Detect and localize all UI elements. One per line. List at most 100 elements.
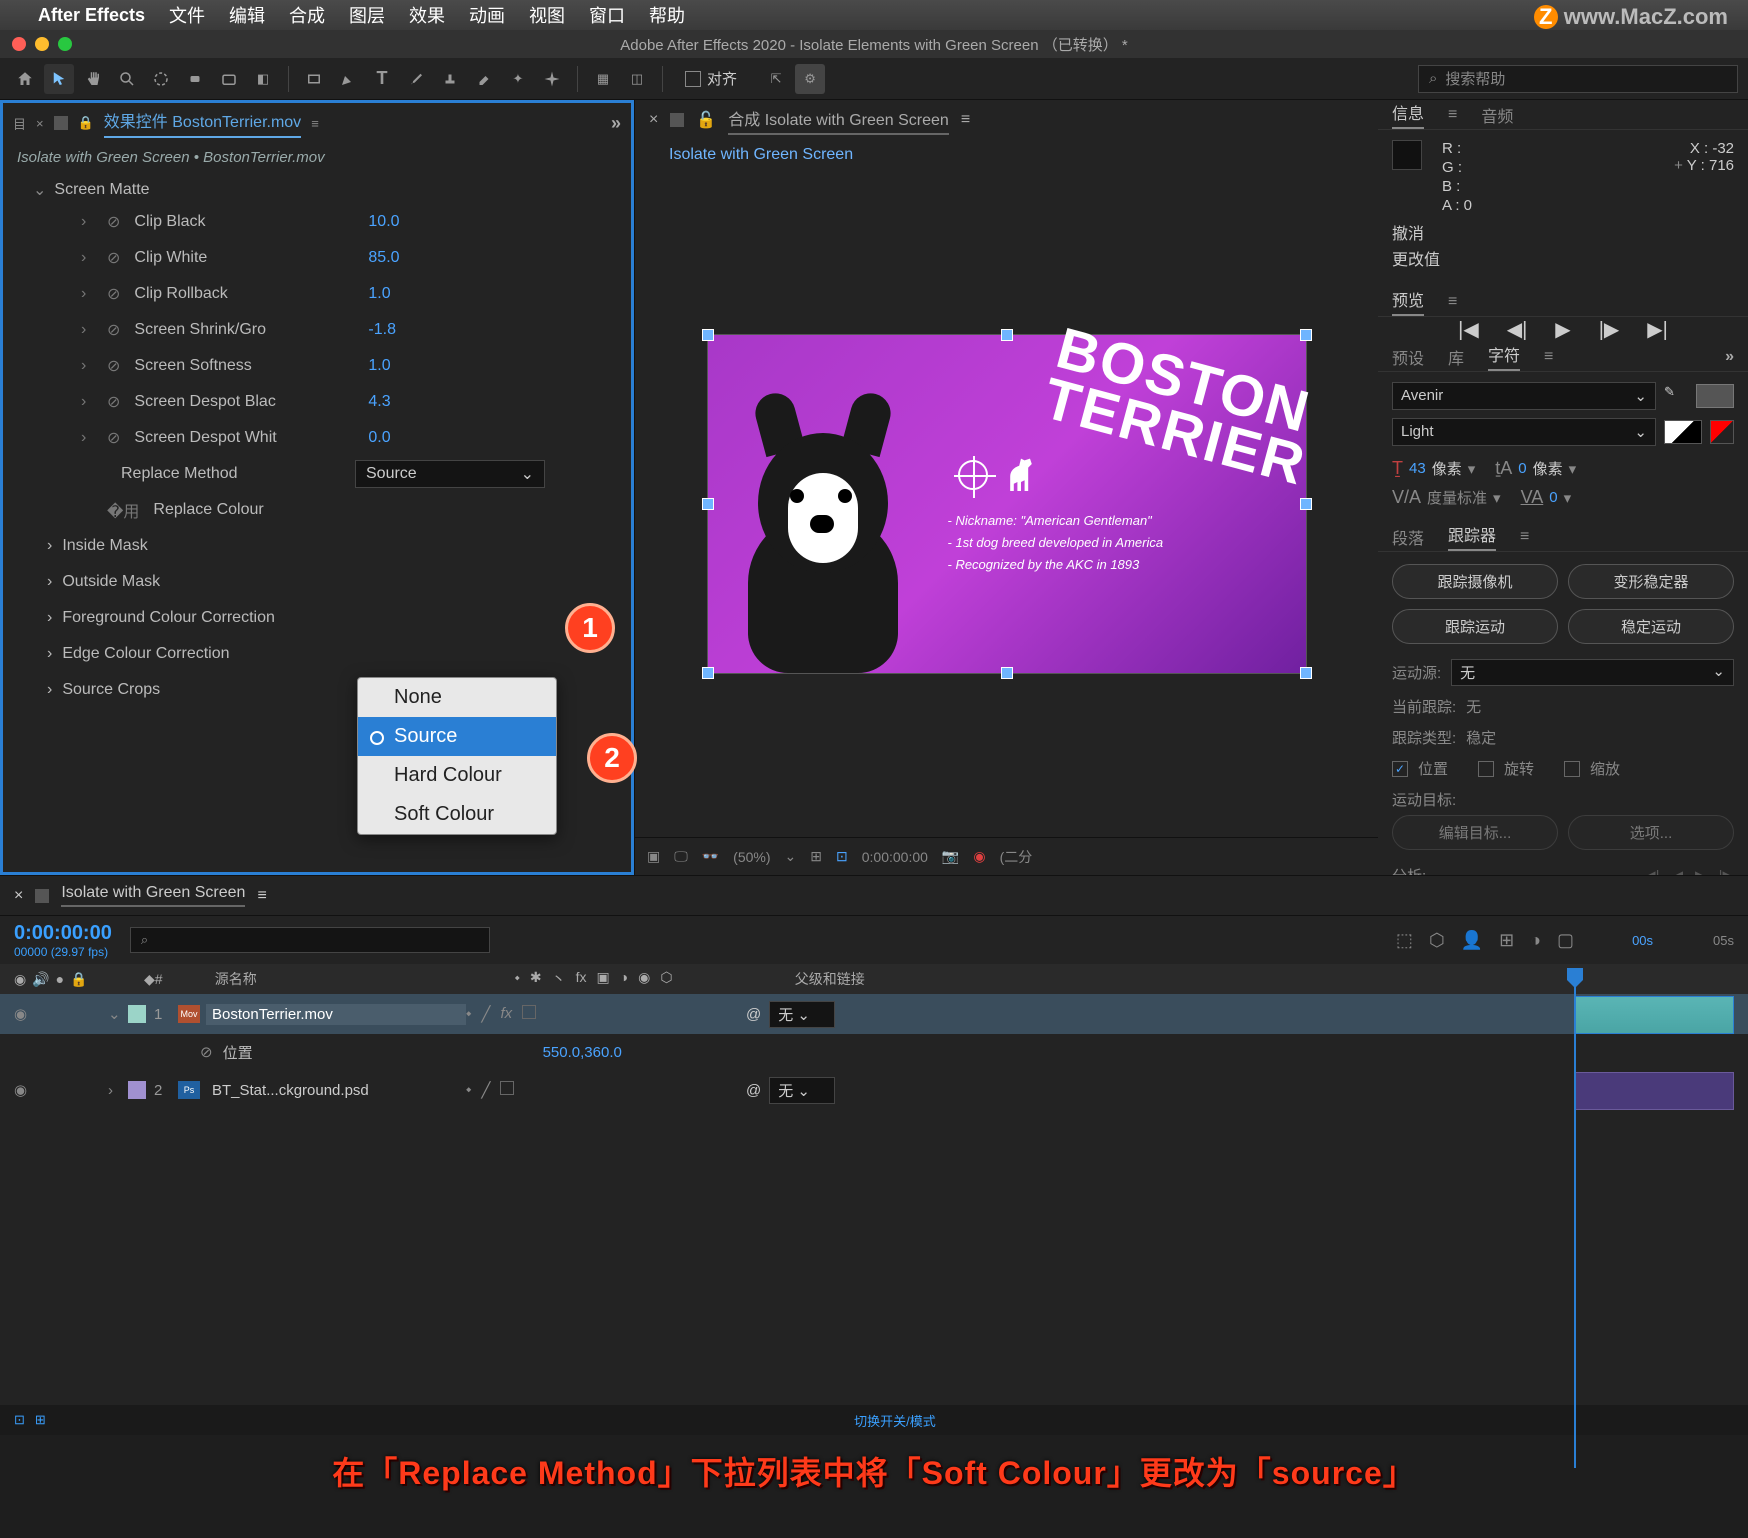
current-time-display[interactable]: 0:00:00:00 xyxy=(14,922,112,945)
menu-composition[interactable]: 合成 xyxy=(289,2,325,28)
zoom-tool[interactable] xyxy=(112,64,142,94)
label-color[interactable] xyxy=(128,1005,146,1023)
comp-lock-icon[interactable]: 🔓 xyxy=(696,110,716,130)
position-checkbox[interactable]: ✓ xyxy=(1392,761,1408,777)
search-help-input[interactable]: ⌕ 搜索帮助 xyxy=(1418,65,1738,93)
replace-colour-prop[interactable]: �用 Replace Colour xyxy=(3,492,631,528)
preview-tab[interactable]: 预览 xyxy=(1392,287,1424,316)
fill-color-swatch[interactable] xyxy=(1696,384,1734,408)
paragraph-tab[interactable]: 段落 xyxy=(1392,525,1424,549)
handle-tr[interactable] xyxy=(1300,329,1312,341)
track-area[interactable] xyxy=(1574,996,1734,1112)
graph-editor-icon[interactable]: ▢ xyxy=(1557,930,1574,951)
layer-row-1[interactable]: ◉⌄1MovBostonTerrier.mov⬩╱fx@无 ⌄ xyxy=(0,994,1748,1034)
eraser-tool[interactable] xyxy=(469,64,499,94)
motion-blur-icon[interactable]: ◑ xyxy=(1530,930,1541,951)
close-comp-tab-icon[interactable]: × xyxy=(649,111,658,129)
last-frame-button[interactable]: ▶| xyxy=(1647,317,1668,342)
option-source[interactable]: Source xyxy=(358,717,556,756)
replace-method-dropdown[interactable]: Source⌄ xyxy=(355,460,545,488)
toggle-switches-icon[interactable]: ⊡ xyxy=(14,1412,25,1428)
puppet-tool[interactable] xyxy=(537,64,567,94)
option-none[interactable]: None xyxy=(358,678,556,717)
label-header-icon[interactable]: ◆ xyxy=(144,971,155,988)
option-soft-colour[interactable]: Soft Colour xyxy=(358,795,556,834)
audio-tab[interactable]: 音频 xyxy=(1481,103,1513,127)
eye-header-icon[interactable]: ◉ xyxy=(14,971,26,988)
stabilize-motion-button[interactable]: 稳定运动 xyxy=(1568,609,1734,644)
tracker-tab[interactable]: 跟踪器 xyxy=(1448,522,1496,551)
first-frame-button[interactable]: |◀ xyxy=(1458,317,1479,342)
presets-tab[interactable]: 预设 xyxy=(1392,345,1424,369)
handle-tm[interactable] xyxy=(1001,329,1013,341)
selection-tool[interactable] xyxy=(44,64,74,94)
comp-tab-menu-icon[interactable]: ≡ xyxy=(961,111,970,129)
pan-behind-tool[interactable]: ◧ xyxy=(248,64,278,94)
layer-name[interactable]: BostonTerrier.mov xyxy=(206,1004,466,1025)
shy-icon[interactable]: 👤 xyxy=(1461,930,1483,951)
menu-layer[interactable]: 图层 xyxy=(349,2,385,28)
source-name-header[interactable]: 源名称 xyxy=(215,969,515,989)
menu-file[interactable]: 文件 xyxy=(169,2,205,28)
prop-screen-softness[interactable]: ›⊘Screen Softness1.0 xyxy=(3,348,631,384)
prop-screen-despot-whit[interactable]: ›⊘Screen Despot Whit0.0 xyxy=(3,420,631,456)
timeline-tab[interactable]: Isolate with Green Screen xyxy=(61,884,245,907)
screen-matte-group[interactable]: ⌄Screen Matte xyxy=(3,176,631,204)
next-frame-button[interactable]: |▶ xyxy=(1599,317,1620,342)
option-hard-colour[interactable]: Hard Colour xyxy=(358,756,556,795)
close-tab-icon[interactable]: × xyxy=(36,116,44,131)
frame-blend-icon[interactable]: ⊞ xyxy=(1499,930,1514,951)
char-overflow-icon[interactable]: » xyxy=(1725,348,1734,366)
resolution-label[interactable]: (二分 xyxy=(1000,847,1033,867)
prop-clip-white[interactable]: ›⊘Clip White85.0 xyxy=(3,240,631,276)
prev-frame-button[interactable]: ◀| xyxy=(1507,317,1528,342)
orbit-tool[interactable] xyxy=(146,64,176,94)
handle-ml[interactable] xyxy=(702,498,714,510)
scale-checkbox[interactable] xyxy=(1564,761,1580,777)
group-inside-mask[interactable]: ›Inside Mask xyxy=(3,528,631,564)
font-weight-select[interactable]: Light⌄ xyxy=(1392,418,1656,446)
group-foreground-colour-correction[interactable]: ›Foreground Colour Correction xyxy=(3,600,631,636)
snap-toggle[interactable]: 对齐 xyxy=(685,68,737,89)
handle-mr[interactable] xyxy=(1300,498,1312,510)
workspace-switcher-icon[interactable]: ⚙ xyxy=(795,64,825,94)
panel-overflow-icon[interactable]: » xyxy=(611,113,621,134)
menu-edit[interactable]: 编辑 xyxy=(229,2,265,28)
project-tab[interactable]: 目 xyxy=(13,114,26,133)
rotate-tool[interactable] xyxy=(180,64,210,94)
layer-1-bar[interactable] xyxy=(1574,996,1734,1034)
app-name[interactable]: After Effects xyxy=(38,5,145,26)
group-edge-colour-correction[interactable]: ›Edge Colour Correction xyxy=(3,636,631,672)
pen-tool[interactable] xyxy=(333,64,363,94)
label-color[interactable] xyxy=(128,1081,146,1099)
tab-menu-icon[interactable]: ≡ xyxy=(311,116,319,131)
solo-header-icon[interactable]: ● xyxy=(56,971,64,988)
lock-header-icon[interactable]: 🔒 xyxy=(70,971,87,988)
shape-fill-icon[interactable]: ▦ xyxy=(588,64,618,94)
composition-tab[interactable]: 合成 Isolate with Green Screen xyxy=(728,106,949,135)
rotation-checkbox[interactable] xyxy=(1478,761,1494,777)
guides-icon[interactable]: ⊡ xyxy=(836,848,848,865)
draft3d-icon[interactable]: ⬡ xyxy=(1429,930,1445,951)
options-button[interactable]: 选项... xyxy=(1568,815,1734,850)
track-camera-button[interactable]: 跟踪摄像机 xyxy=(1392,564,1558,599)
roto-brush-tool[interactable]: ✦ xyxy=(503,64,533,94)
position-property[interactable]: ⊘位置550.0,360.0 xyxy=(0,1034,1748,1070)
comp-flowchart-icon[interactable]: ⬚ xyxy=(1396,930,1413,951)
menu-effect[interactable]: 效果 xyxy=(409,2,445,28)
grid-icon[interactable]: ⊞ xyxy=(810,848,822,865)
text-tool[interactable]: T xyxy=(367,64,397,94)
menu-help[interactable]: 帮助 xyxy=(649,2,685,28)
handle-tl[interactable] xyxy=(702,329,714,341)
expand-icon[interactable]: ⊞ xyxy=(35,1412,46,1428)
handle-br[interactable] xyxy=(1300,667,1312,679)
close-timeline-tab-icon[interactable]: × xyxy=(14,887,23,905)
character-tab[interactable]: 字符 xyxy=(1488,342,1520,371)
parent-header[interactable]: 父级和链接 xyxy=(795,969,1734,989)
font-family-select[interactable]: Avenir⌄ xyxy=(1392,382,1656,410)
snapping-options-icon[interactable]: ⇱ xyxy=(761,64,791,94)
font-size-value[interactable]: 43 xyxy=(1409,460,1426,477)
audio-header-icon[interactable]: 🔊 xyxy=(32,971,49,988)
visibility-toggle[interactable]: ◉ xyxy=(14,1005,38,1023)
magnification-icon[interactable]: ▣ xyxy=(647,848,660,865)
